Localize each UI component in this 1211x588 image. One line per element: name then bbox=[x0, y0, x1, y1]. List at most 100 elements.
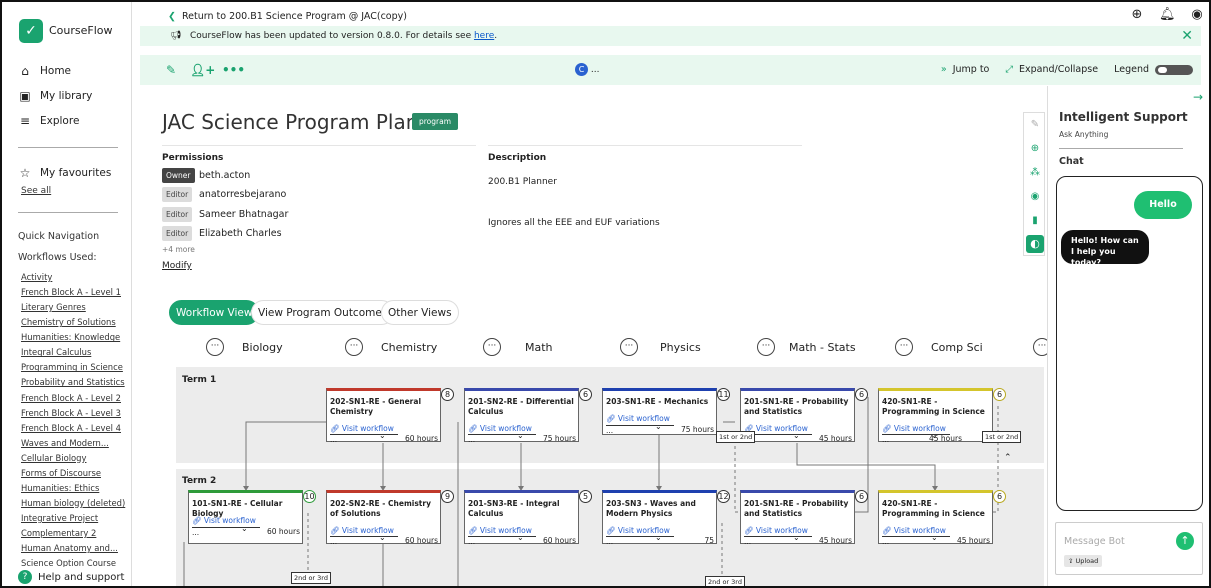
chat-heading: Chat bbox=[1059, 156, 1084, 167]
node-hours: 60 hours bbox=[266, 527, 300, 536]
node-title: 201-SN2-RE - Differential Calculus bbox=[468, 397, 574, 416]
bot-message: Hello! How can I help you today? bbox=[1061, 230, 1149, 267]
node-menu-ellipsis: ... bbox=[192, 528, 200, 537]
visit-label: Visit workflow bbox=[617, 526, 670, 535]
outcome-count-badge: 5 bbox=[579, 490, 592, 503]
outcome-count-badge: 6 bbox=[855, 388, 868, 401]
workflow-node[interactable]: 202-SN1-RE - General Chemistry 🔗︎ Visit … bbox=[326, 388, 441, 444]
arrow-right-icon[interactable]: → bbox=[1193, 90, 1203, 104]
node-menu[interactable]: ... bbox=[192, 527, 260, 537]
outcome-count-badge: 6 bbox=[855, 490, 868, 503]
send-arrow-icon[interactable]: ↑ bbox=[1176, 532, 1194, 550]
node-menu[interactable]: ... bbox=[468, 536, 536, 546]
visit-label: Visit workflow bbox=[755, 424, 808, 433]
node-menu[interactable]: ... bbox=[606, 425, 674, 435]
workflow-node[interactable]: 201-SN3-RE - Integral Calculus 🔗︎ Visit … bbox=[464, 490, 579, 546]
connector-line bbox=[796, 443, 936, 491]
visit-label: Visit workflow bbox=[893, 526, 946, 535]
timing-tag: 2nd or 3rd bbox=[705, 576, 745, 586]
node-title: 203-SN3 - Waves and Modern Physics bbox=[606, 499, 696, 518]
chevron-down-icon[interactable]: ⌄ bbox=[793, 431, 800, 440]
chevron-down-icon[interactable]: ⌄ bbox=[241, 524, 248, 533]
chevron-down-icon[interactable]: ⌄ bbox=[655, 422, 662, 431]
chevron-down-icon[interactable]: ⌄ bbox=[793, 533, 800, 542]
workflow-node[interactable]: 201-SN1-RE - Probability and Statistics … bbox=[740, 388, 855, 444]
visit-label: Visit workflow bbox=[617, 414, 670, 423]
node-menu[interactable]: ... bbox=[468, 434, 536, 444]
user-message: Hello bbox=[1134, 191, 1192, 219]
timing-tag: 1st or 2nd bbox=[716, 431, 756, 443]
timing-tag: 1st or 2nd bbox=[982, 431, 1022, 443]
assistant-brain-icon[interactable]: ◐ bbox=[1026, 235, 1044, 253]
workflow-node[interactable]: 420-SN1-RE - Programming in Science 🔗︎ V… bbox=[878, 490, 993, 546]
chevron-down-icon[interactable]: ⌄ bbox=[655, 533, 662, 542]
workflow-node[interactable]: 203-SN3 - Waves and Modern Physics 🔗︎ Vi… bbox=[602, 490, 717, 546]
document-icon[interactable]: ▮ bbox=[1029, 215, 1041, 227]
workflow-node[interactable]: 101-SN1-RE - Cellular Biology 🔗︎ Visit w… bbox=[188, 490, 303, 544]
workflow-node[interactable]: 201-SN2-RE - Differential Calculus 🔗︎ Vi… bbox=[464, 388, 579, 444]
visit-label: Visit workflow bbox=[203, 516, 256, 525]
link-icon: 🔗︎ bbox=[192, 516, 204, 525]
connector-line bbox=[245, 421, 327, 491]
edit-pencil-icon[interactable]: ✎ bbox=[1029, 119, 1041, 131]
node-hours: 45 hours bbox=[928, 434, 962, 443]
node-title: 202-SN2-RE - Chemistry of Solutions bbox=[330, 499, 431, 518]
intelligent-support-panel: → Intelligent Support Ask Anything Chat … bbox=[1047, 86, 1209, 586]
outcome-count-badge: 6 bbox=[993, 490, 1006, 503]
chevron-up-icon[interactable]: ⌃ bbox=[1004, 453, 1012, 463]
visit-label: Visit workflow bbox=[893, 424, 946, 433]
visit-label: Visit workflow bbox=[479, 526, 532, 535]
node-title: 201-SN1-RE - Probability and Statistics bbox=[744, 499, 849, 518]
node-menu-ellipsis: ... bbox=[330, 435, 338, 444]
node-title: 201-SN3-RE - Integral Calculus bbox=[468, 499, 560, 518]
chevron-down-icon[interactable]: ⌄ bbox=[379, 533, 386, 542]
node-menu[interactable]: ... bbox=[330, 434, 398, 444]
outcome-count-badge: 10 bbox=[303, 490, 316, 503]
workflow-node[interactable]: 202-SN2-RE - Chemistry of Solutions 🔗︎ V… bbox=[326, 490, 441, 546]
node-menu[interactable]: ... bbox=[882, 536, 950, 546]
node-hours: 60 hours bbox=[542, 536, 576, 545]
chevron-down-icon[interactable]: ⌄ bbox=[379, 431, 386, 440]
chevron-down-icon[interactable]: ⌄ bbox=[517, 533, 524, 542]
panel-subtitle: Ask Anything bbox=[1059, 130, 1109, 139]
node-hours: 45 hours bbox=[956, 536, 990, 545]
node-hours: 75 bbox=[704, 536, 714, 545]
link-icon: 🔗︎ bbox=[882, 424, 894, 433]
node-menu-ellipsis: ... bbox=[606, 537, 614, 546]
view-eye-icon[interactable]: ◉ bbox=[1029, 191, 1041, 203]
visit-label: Visit workflow bbox=[479, 424, 532, 433]
divider bbox=[1059, 148, 1183, 149]
workflow-node[interactable]: 420-SN1-RE - Programming in Science 🔗︎ V… bbox=[878, 388, 993, 444]
node-title: 420-SN1-RE - Programming in Science bbox=[882, 499, 985, 518]
workflow-node[interactable]: 203-SN1-RE - Mechanics 🔗︎ Visit workflow… bbox=[602, 388, 717, 435]
node-menu[interactable]: ... bbox=[606, 536, 674, 546]
node-title: 420-SN1-RE - Programming in Science bbox=[882, 397, 985, 416]
link-icon: 🔗︎ bbox=[468, 424, 480, 433]
node-menu-ellipsis: ... bbox=[882, 537, 890, 546]
add-node-icon[interactable]: ⊕ bbox=[1029, 143, 1041, 155]
node-menu-ellipsis: ... bbox=[744, 537, 752, 546]
link-icon: 🔗︎ bbox=[606, 414, 618, 423]
visit-label: Visit workflow bbox=[341, 424, 394, 433]
node-menu-ellipsis: ... bbox=[882, 435, 890, 444]
link-icon: 🔗︎ bbox=[882, 526, 894, 535]
outcomes-icon[interactable]: ⁂ bbox=[1029, 167, 1041, 179]
outcome-count-badge: 6 bbox=[993, 388, 1006, 401]
node-menu[interactable]: ... bbox=[744, 536, 812, 546]
message-input[interactable]: Message Bot ↑ ⇪ Upload bbox=[1055, 522, 1203, 575]
visit-label: Visit workflow bbox=[755, 526, 808, 535]
link-icon: 🔗︎ bbox=[744, 526, 756, 535]
chevron-down-icon[interactable]: ⌄ bbox=[931, 533, 938, 542]
upload-button[interactable]: ⇪ Upload bbox=[1064, 555, 1103, 567]
link-icon: 🔗︎ bbox=[330, 424, 342, 433]
workflow-node[interactable]: 201-SN1-RE - Probability and Statistics … bbox=[740, 490, 855, 546]
node-hours: 60 hours bbox=[404, 536, 438, 545]
panel-title: Intelligent Support bbox=[1059, 110, 1188, 124]
node-menu-ellipsis: ... bbox=[468, 435, 476, 444]
node-menu[interactable]: ... bbox=[330, 536, 398, 546]
node-title: 203-SN1-RE - Mechanics bbox=[606, 397, 709, 406]
chevron-down-icon[interactable]: ⌄ bbox=[517, 431, 524, 440]
link-icon: 🔗︎ bbox=[330, 526, 342, 535]
visit-label: Visit workflow bbox=[341, 526, 394, 535]
node-menu-ellipsis: ... bbox=[606, 426, 614, 435]
